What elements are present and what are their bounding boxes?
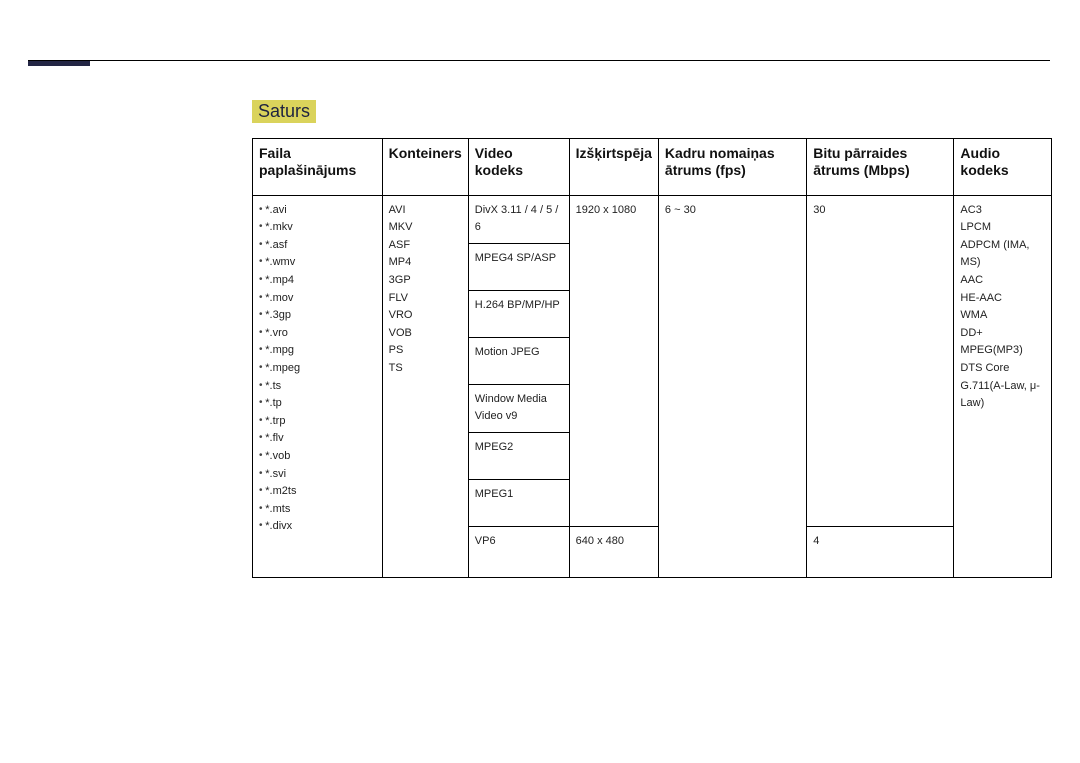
cell-bitrate: 30 — [807, 195, 954, 526]
list-item: MPEG(MP3) — [960, 342, 1045, 360]
list-item: DD+ — [960, 325, 1045, 343]
list-item: MP4 — [389, 254, 462, 272]
container-list: AVIMKVASFMP43GPFLVVROVOBPSTS — [389, 202, 462, 378]
list-item: HE-AAC — [960, 290, 1045, 308]
list-item: *.asf — [259, 237, 376, 255]
file-ext-list: *.avi*.mkv*.asf*.wmv*.mp4*.mov*.3gp*.vro… — [259, 202, 376, 536]
list-item: *.ts — [259, 378, 376, 396]
list-item: FLV — [389, 290, 462, 308]
list-item: *.mkv — [259, 219, 376, 237]
list-item: *.mp4 — [259, 272, 376, 290]
cell-file-ext: *.avi*.mkv*.asf*.wmv*.mp4*.mov*.3gp*.vro… — [253, 195, 383, 577]
list-item: *.vob — [259, 448, 376, 466]
list-item: PS — [389, 342, 462, 360]
cell-video-codec: MPEG4 SP/ASP — [468, 243, 569, 290]
list-item: *.flv — [259, 430, 376, 448]
list-item: WMA — [960, 307, 1045, 325]
list-item: VRO — [389, 307, 462, 325]
th-fps: Kadru nomaiņas ātrums (fps) — [658, 139, 806, 196]
list-item: *.trp — [259, 413, 376, 431]
cell-video-codec: VP6 — [468, 526, 569, 577]
list-item: TS — [389, 360, 462, 378]
list-item: *.3gp — [259, 307, 376, 325]
cell-fps: 6 ~ 30 — [658, 195, 806, 577]
list-item: 3GP — [389, 272, 462, 290]
cell-res: 1920 x 1080 — [569, 195, 658, 526]
th-resolution: Izšķirtspēja — [569, 139, 658, 196]
list-item: *.wmv — [259, 254, 376, 272]
list-item: *.mpeg — [259, 360, 376, 378]
th-file-ext: Faila paplašinājums — [253, 139, 383, 196]
section-title: Saturs — [252, 100, 316, 123]
list-item: *.mpg — [259, 342, 376, 360]
th-video-codec: Video kodeks — [468, 139, 569, 196]
cell-video-codec: DivX 3.11 / 4 / 5 / 6 — [468, 195, 569, 243]
th-container: Konteiners — [382, 139, 468, 196]
list-item: ADPCM (IMA, MS) — [960, 237, 1045, 272]
cell-bitrate: 4 — [807, 526, 954, 577]
list-item: *.divx — [259, 518, 376, 536]
cell-video-codec: MPEG2 — [468, 432, 569, 479]
list-item: *.vro — [259, 325, 376, 343]
cell-container: AVIMKVASFMP43GPFLVVROVOBPSTS — [382, 195, 468, 577]
audio-codec-list: AC3LPCMADPCM (IMA, MS)AACHE-AACWMADD+MPE… — [960, 202, 1045, 413]
list-item: G.711(A-Law, μ-Law) — [960, 378, 1045, 413]
list-item: *.tp — [259, 395, 376, 413]
list-item: LPCM — [960, 219, 1045, 237]
list-item: *.mts — [259, 501, 376, 519]
list-item: *.svi — [259, 466, 376, 484]
list-item: DTS Core — [960, 360, 1045, 378]
codec-table: Faila paplašinājums Konteiners Video kod… — [252, 138, 1052, 578]
header-divider — [28, 60, 1050, 61]
th-audio-codec: Audio kodeks — [954, 139, 1052, 196]
list-item: MKV — [389, 219, 462, 237]
list-item: AC3 — [960, 202, 1045, 220]
list-item: AAC — [960, 272, 1045, 290]
list-item: VOB — [389, 325, 462, 343]
cell-video-codec: Motion JPEG — [468, 337, 569, 384]
list-item: ASF — [389, 237, 462, 255]
list-item: *.avi — [259, 202, 376, 220]
codec-table-wrap: Faila paplašinājums Konteiners Video kod… — [252, 138, 1052, 578]
cell-res: 640 x 480 — [569, 526, 658, 577]
list-item: *.m2ts — [259, 483, 376, 501]
cell-video-codec: Window Media Video v9 — [468, 384, 569, 432]
cell-audio-codec: AC3LPCMADPCM (IMA, MS)AACHE-AACWMADD+MPE… — [954, 195, 1052, 577]
list-item: AVI — [389, 202, 462, 220]
th-bitrate: Bitu pārraides ātrums (Mbps) — [807, 139, 954, 196]
cell-video-codec: H.264 BP/MP/HP — [468, 290, 569, 337]
cell-video-codec: MPEG1 — [468, 479, 569, 526]
list-item: *.mov — [259, 290, 376, 308]
